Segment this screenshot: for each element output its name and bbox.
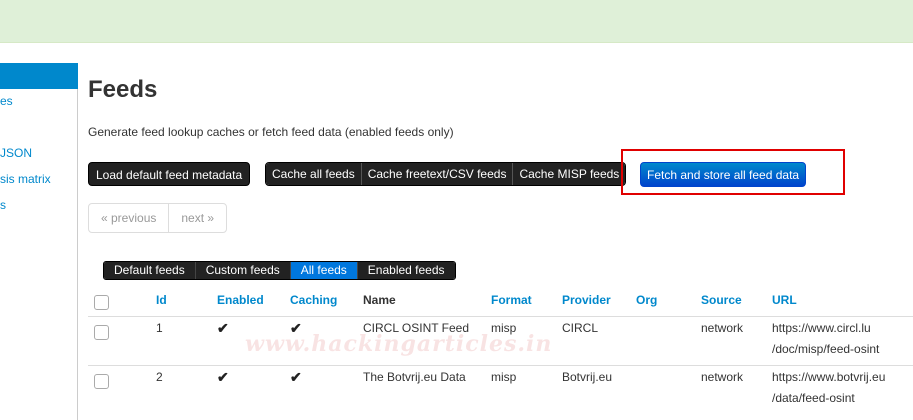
cache-button-group: Cache all feeds Cache freetext/CSV feeds… (265, 162, 627, 186)
caching-check-icon: ✔ (290, 369, 302, 385)
row-2-format: misp (491, 370, 517, 384)
feed-filter-group: Default feeds Custom feeds All feeds Ena… (103, 261, 456, 280)
row-2-name: The Botvrij.eu Data (363, 370, 466, 384)
success-flash-bar (0, 0, 913, 43)
row-2-url-line2: /data/feed-osint (772, 391, 855, 405)
filter-all-feeds[interactable]: All feeds (290, 262, 358, 279)
fetch-and-store-all-feed-data-button[interactable]: Fetch and store all feed data (640, 162, 807, 187)
sidebar-item-1[interactable]: es (0, 94, 13, 108)
enabled-check-icon: ✔ (217, 320, 229, 336)
filter-default-feeds[interactable]: Default feeds (104, 262, 196, 279)
row-checkbox[interactable] (94, 325, 109, 340)
page-description: Generate feed lookup caches or fetch fee… (88, 125, 454, 139)
row-1-source: network (701, 321, 744, 335)
row-1-url-line1: https://www.circl.lu (772, 321, 871, 335)
column-header-name: Name (363, 293, 396, 307)
sidebar-item-4[interactable]: s (0, 198, 6, 212)
enabled-check-icon: ✔ (217, 369, 229, 385)
row-2-id: 2 (156, 370, 163, 384)
pagination: « previous next » (88, 203, 228, 233)
column-header-org[interactable]: Org (636, 293, 657, 307)
sidebar-item-3[interactable]: sis matrix (0, 172, 51, 186)
row-checkbox[interactable] (94, 374, 109, 389)
row-2-provider: Botvrij.eu (562, 370, 613, 384)
row-1-id: 1 (156, 321, 163, 335)
row-divider (88, 365, 913, 366)
row-2-url-line1: https://www.botvrij.eu (772, 370, 886, 384)
column-header-url[interactable]: URL (772, 293, 797, 307)
column-header-id[interactable]: Id (156, 293, 167, 307)
filter-custom-feeds[interactable]: Custom feeds (195, 262, 291, 279)
sidebar: es JSON sis matrix s (0, 63, 78, 420)
row-1-url-line2: /doc/misp/feed-osint (772, 342, 880, 356)
column-header-format[interactable]: Format (491, 293, 532, 307)
cache-all-feeds-button[interactable]: Cache all feeds (266, 163, 362, 185)
row-divider (88, 316, 913, 317)
row-2-source: network (701, 370, 744, 384)
column-header-caching[interactable]: Caching (290, 293, 337, 307)
sidebar-item-2[interactable]: JSON (0, 146, 32, 160)
watermark: www.hackingarticles.in (245, 331, 553, 357)
sidebar-item-active[interactable] (0, 63, 78, 89)
cache-misp-feeds-button[interactable]: Cache MISP feeds (513, 163, 626, 185)
next-page-button[interactable]: next » (169, 204, 226, 232)
column-header-source[interactable]: Source (701, 293, 742, 307)
previous-page-button[interactable]: « previous (89, 204, 170, 232)
select-all-checkbox[interactable] (94, 295, 109, 310)
column-header-provider[interactable]: Provider (562, 293, 611, 307)
load-default-feed-metadata-button[interactable]: Load default feed metadata (88, 162, 251, 186)
filter-enabled-feeds[interactable]: Enabled feeds (357, 262, 455, 279)
column-header-enabled[interactable]: Enabled (217, 293, 264, 307)
row-1-provider: CIRCL (562, 321, 599, 335)
cache-freetext-feeds-button[interactable]: Cache freetext/CSV feeds (361, 163, 514, 185)
page-title: Feeds (88, 76, 158, 103)
